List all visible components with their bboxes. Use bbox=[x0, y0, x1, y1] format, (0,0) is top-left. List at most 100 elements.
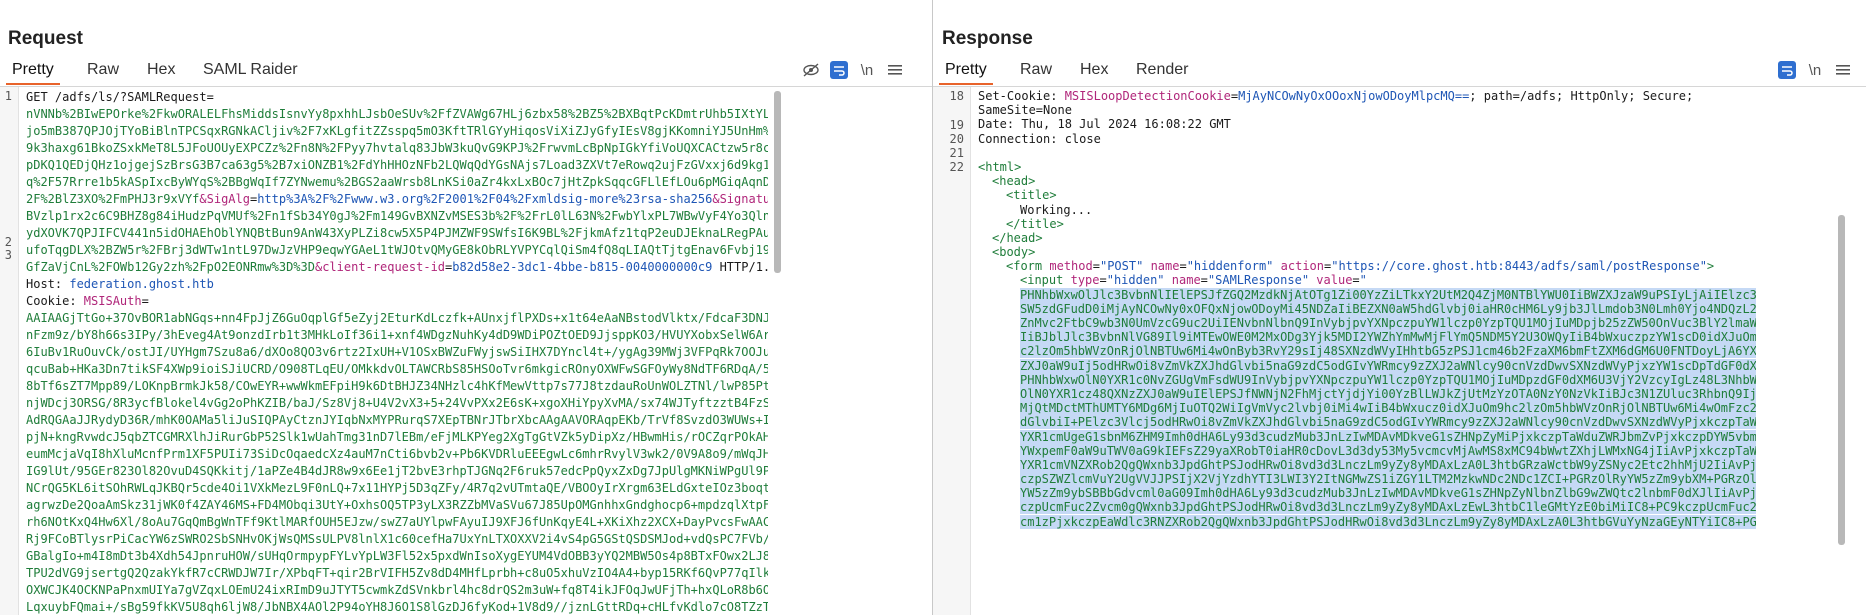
encoded-line: AdRQGAaJJRydyD36R/mhK0OAMa5liJuSIQPAyCtz… bbox=[26, 413, 768, 427]
encoded-line: nVNNb%2BIwEPOrke%2FkwORALELFhsMiddsIsnvY… bbox=[26, 107, 768, 121]
encoded-line: cm1zPjxkczpEaWdlc3RNZXRob2QgQWxnb3JpdGht… bbox=[1020, 514, 1756, 529]
http-version: HTTP/1.1 bbox=[719, 260, 768, 274]
saml-request-block: nVNNb%2BIwEPOrke%2FkwORALELFhsMiddsIsnvY… bbox=[26, 106, 768, 208]
input-value-attr: value bbox=[1316, 273, 1353, 288]
response-code: Set-Cookie: MSISLoopDetectionCookie=MjAy… bbox=[978, 89, 1756, 615]
input-type-attr: type bbox=[1070, 273, 1100, 288]
tab-request-saml-raider[interactable]: SAML Raider bbox=[197, 60, 304, 83]
sigalg-key: &SigAlg bbox=[199, 192, 250, 206]
head-open-tag: <head> bbox=[992, 174, 1036, 189]
menu-icon[interactable] bbox=[881, 58, 909, 82]
response-editor[interactable]: 18 19 20 21 22 Set-Cookie: MSISLoopDetec… bbox=[933, 86, 1866, 615]
title-open-tag: <title> bbox=[1006, 188, 1057, 203]
word-wrap-icon[interactable] bbox=[1773, 58, 1801, 82]
newline-toggle[interactable]: \n bbox=[1801, 58, 1829, 82]
encoded-line: czpUcmFuc2Zvcm0gQWxnb3JpdGhtPSJodHRwOi8v… bbox=[1020, 500, 1756, 515]
input-value-open: " bbox=[1359, 273, 1367, 288]
line-number: 3 bbox=[4, 248, 12, 262]
encoded-line: PHNhbWxwOlJlc3BvbnNlIElEPSJfZGQ2MzdkNjAt… bbox=[1020, 287, 1756, 302]
form-tag: form bbox=[1013, 259, 1043, 274]
setcookie-value: MjAyNCOwNyOxOOoxNjowODoyMlpcMQ== bbox=[1238, 89, 1470, 103]
encoded-line: OlN0YXR1cz48QXNzZXJ0aW9uIElEPSJfNWNjN2Fh… bbox=[1020, 386, 1756, 401]
signature-block: BVzlp1rx2c6C9BHZ8g84iHudzPqVMUf%2Fn1fSb3… bbox=[26, 208, 768, 276]
encoded-line: ZXJ0aW9uIj5odHRwOi8vZmVkZXJhdGlvbi5naG9z… bbox=[1020, 358, 1756, 373]
cookie-name: MSISAuth bbox=[83, 294, 142, 308]
encoded-line: czpSZWZlcmVuY2UgVVJJPSIjX2VjYzdhYTI3LWI3… bbox=[1020, 472, 1756, 487]
encoded-line: ZnMvc2FtbC9wb3N0UmVzcG9uc2UiIENvbnNlbnQ9… bbox=[1020, 316, 1756, 330]
client-request-id-value: b82d58e2-3dc1-4bbe-b815-0040000000c9 bbox=[452, 260, 713, 274]
request-line: GET /adfs/ls/?SAMLRequest= bbox=[26, 90, 214, 104]
setcookie-rest: ; path=/adfs; HttpOnly; Secure; bbox=[1469, 89, 1694, 103]
encoded-line: TPU2dVG9jsertgQ2QzakYkfR7cCRWDJW7Ir/XPbq… bbox=[26, 566, 768, 580]
encoded-line: GBalgIo+m4I8mDt3b4Xdh54JpnruHOW/sUHqOrmp… bbox=[26, 549, 768, 563]
encoded-line: YXR1cmVNZXRob2QgQWxnb3JpdGhtPSJodHRwOi8v… bbox=[1020, 457, 1756, 472]
tab-request-pretty[interactable]: Pretty bbox=[6, 60, 60, 85]
encoded-line: ydXOVK7QPJIFCV441n5idOHAEhOblYNQBtBun9An… bbox=[26, 226, 768, 240]
form-name-attr: name bbox=[1150, 259, 1180, 274]
tab-response-raw[interactable]: Raw bbox=[1014, 60, 1058, 83]
sigalg-value: http%3A%2F%2Fwww.w3.org%2F2001%2F04%2Fxm… bbox=[257, 192, 713, 206]
head-close-tag: </head> bbox=[992, 230, 1043, 245]
form-method-val: "POST" bbox=[1099, 259, 1144, 274]
response-pane: Response Pretty Raw Hex Render \n 18 19 … bbox=[933, 0, 1866, 615]
tab-response-render[interactable]: Render bbox=[1130, 60, 1194, 83]
encoded-line: SW5zdGFudD0iMjAyNCOwNy0xOFQxNjowODoyMi45… bbox=[1020, 301, 1756, 316]
html-open-tag: <html> bbox=[978, 159, 1022, 174]
encoded-line: OXWCJK4OCKNPaPnxmUIYa7gVZqxLOEmU24ixRImD… bbox=[26, 583, 768, 597]
tab-request-raw[interactable]: Raw bbox=[81, 60, 125, 83]
encoded-line: GfZaVjCnL%2FOWb12Gy2zh%2FpO2EONRmw%3D%3D bbox=[26, 260, 315, 274]
encoded-line: AAIAAGjTtGo+37OvBOR1abNGqs+nn4FpJjZ6GuOq… bbox=[26, 311, 768, 325]
encoded-line: dGlvbiI+PElzc3Vlcj5odHRwOi8vZmVkZXJhdGlv… bbox=[1020, 415, 1756, 430]
encoded-line: NCrQG5KL6itSOhRWLqJKBQr5cde4Oi1VXkMezL9F… bbox=[26, 481, 768, 495]
response-tabs: Pretty Raw Hex Render bbox=[933, 60, 1866, 85]
encoded-line: njWDcj3ORSG/8R3ycfBlokel4vGg2oPhKZIB/baJ… bbox=[26, 396, 768, 410]
encoded-line: 9k3haxg61BkoZSxkMeT8L5JFoUOUyEXPCZz%2Fn8… bbox=[26, 141, 768, 155]
encoded-line: IG9lUt/95GEr823Ol82OvuD4SQKkitj/1aPZe4B4… bbox=[26, 464, 768, 478]
encoded-line: eumMcjaVqI8hXluMcnfPrm1XF5PUIi73SiDcOqae… bbox=[26, 447, 768, 461]
title-text: Working... bbox=[1020, 202, 1093, 217]
input-type-val: "hidden" bbox=[1106, 273, 1165, 288]
request-gutter: 1 2 3 bbox=[0, 87, 19, 615]
word-wrap-icon[interactable] bbox=[825, 58, 853, 82]
samesite-text: SameSite=None bbox=[978, 103, 1072, 118]
request-scrollbar[interactable] bbox=[774, 91, 781, 273]
cookie-value-block: AAIAAGjTtGo+37OvBOR1abNGqs+nn4FpJjZ6GuOq… bbox=[26, 310, 768, 615]
line-number: 22 bbox=[949, 160, 964, 174]
encoded-line: 2F%2BlZ3XO%2FmPHJ3r9xVYf bbox=[26, 192, 200, 206]
date-header: Date: Thu, 18 Jul 2024 16:08:22 GMT bbox=[978, 117, 1231, 132]
response-scrollbar[interactable] bbox=[1838, 215, 1845, 545]
form-name-val: "hiddenform" bbox=[1186, 259, 1274, 274]
encoded-line: pDKQ1QEDjQHz1ojgejSzBrsG3B7ca63g5%2B7xiO… bbox=[26, 158, 768, 172]
encoded-line: agrwzDe2QoaAmSkz31jWK0f4ZAY46MS+FD4MObqi… bbox=[26, 498, 768, 512]
signature-key: &Signature bbox=[712, 192, 768, 206]
encoded-line: ufoTqgDLX%2BZW5r%2FBrj3dWTw1ntL97DwJzVHP… bbox=[26, 243, 768, 257]
line-number: 1 bbox=[4, 89, 12, 103]
tab-response-hex[interactable]: Hex bbox=[1074, 60, 1114, 83]
setcookie-name: MSISLoopDetectionCookie bbox=[1064, 89, 1231, 103]
encoded-line: nFzm9z/bY8h66s3IPy/3hEveg4At9onzdIrb1t3M… bbox=[26, 328, 768, 342]
newline-toggle[interactable]: \n bbox=[853, 58, 881, 82]
line-number: 21 bbox=[949, 146, 964, 160]
encoded-line: c2lzOm5hbWVzOnRjOlNBTUw6Mi4wOnByb3RvY29s… bbox=[1020, 344, 1756, 359]
encoded-line: BVzlp1rx2c6C9BHZ8g84iHudzPqVMUf%2Fn1fSb3… bbox=[26, 209, 768, 223]
encoded-line: q%2F57Rrre1b5kASpIxcByWYqS%2BBgWqIf7ZYNw… bbox=[26, 175, 768, 189]
input-name-attr: name bbox=[1171, 273, 1201, 288]
menu-icon[interactable] bbox=[1829, 58, 1857, 82]
setcookie-key: Set-Cookie: bbox=[978, 89, 1065, 103]
encoded-line: qcuBab+HKa3Dn7tikSF4XWp9ioiSJiUCRD/O908T… bbox=[26, 362, 768, 376]
encoded-line: rh6NOtKxQ4Hw6Xl/8oAu7GqQmBgWnTFf9KtlMARf… bbox=[26, 515, 768, 529]
tab-response-pretty[interactable]: Pretty bbox=[939, 60, 993, 85]
encoded-line: 8bTf6sZT7Mpp89/LOKnpBrmkJk58/COwEYR+wwWk… bbox=[26, 379, 768, 393]
encoded-line: pjN+kngRvwdcJ5qbZTCGMRXlhJiRurGbP52Slk1w… bbox=[26, 430, 768, 444]
request-editor[interactable]: 1 2 3 GET /adfs/ls/?SAMLRequest= nVNNb%2… bbox=[0, 86, 932, 615]
response-toolbar: \n bbox=[1773, 58, 1857, 82]
tab-request-hex[interactable]: Hex bbox=[141, 60, 181, 83]
request-tabs: Pretty Raw Hex SAML Raider bbox=[0, 60, 932, 85]
hide-nonprintable-icon[interactable] bbox=[797, 58, 825, 82]
request-pane: Request Pretty Raw Hex SAML Raider \n 1 … bbox=[0, 0, 932, 615]
title-close-tag: </title> bbox=[1006, 216, 1064, 231]
encoded-line: 6IuBv1RuOuvCk/ostJI/UYHgm7Szu8a6/dXOo8QO… bbox=[26, 345, 768, 359]
line-number: 20 bbox=[949, 132, 964, 146]
response-gutter: 18 19 20 21 22 bbox=[933, 87, 971, 615]
encoded-line: PHNhbWxwOlN0YXR1c0NvZGUgVmFsdWU9InVybjpv… bbox=[1020, 372, 1756, 387]
